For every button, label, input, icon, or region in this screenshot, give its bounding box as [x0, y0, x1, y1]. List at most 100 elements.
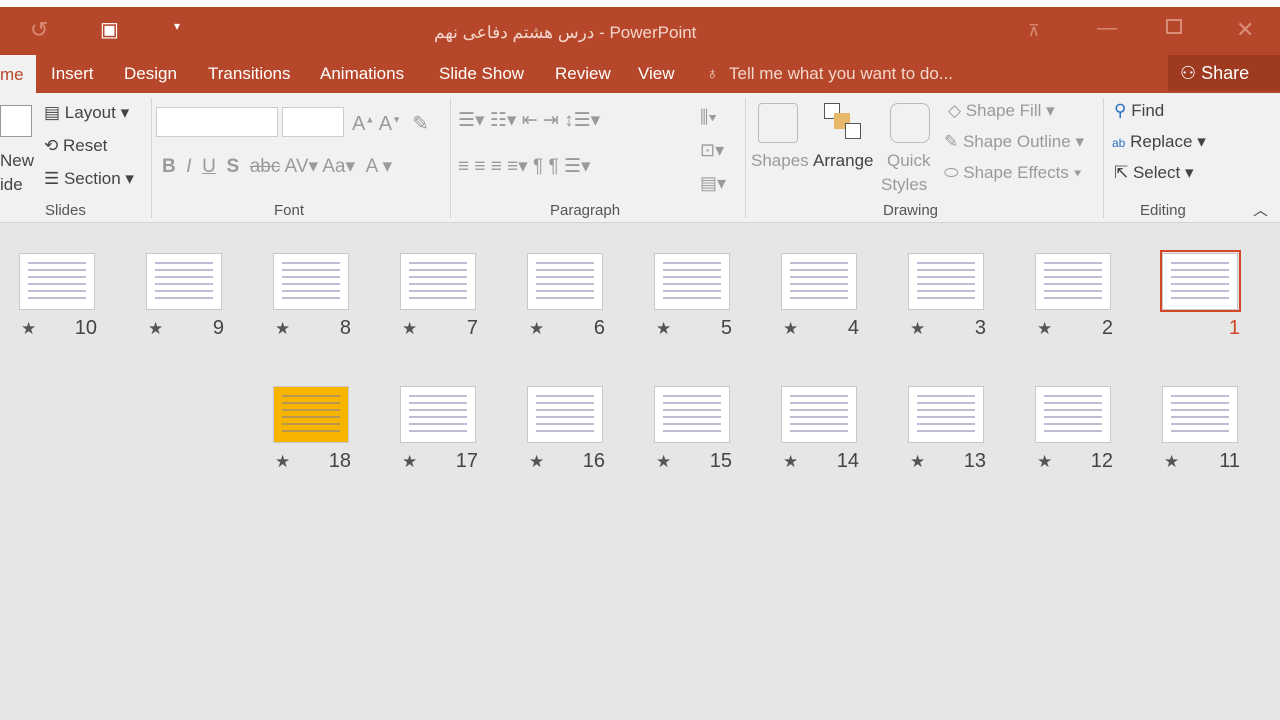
- find-button[interactable]: ⚲ Find: [1114, 101, 1164, 121]
- slide-number: 6: [593, 317, 605, 339]
- shapes-button[interactable]: Shapes: [751, 151, 809, 171]
- slide-thumbnail[interactable]: [908, 386, 984, 443]
- transition-star-icon[interactable]: ★: [1037, 319, 1052, 339]
- slide-thumbnail[interactable]: [400, 253, 476, 310]
- transition-star-icon[interactable]: ★: [275, 452, 290, 472]
- slide-thumbnail[interactable]: [527, 386, 603, 443]
- transition-star-icon[interactable]: ★: [275, 319, 290, 339]
- list-icons[interactable]: ☰▾ ☷▾ ⇤ ⇥ ↕☰▾: [458, 109, 600, 132]
- transition-star-icon[interactable]: ★: [402, 452, 417, 472]
- slide-number: 9: [212, 317, 224, 339]
- transition-star-icon[interactable]: ★: [529, 319, 544, 339]
- quick-styles-button[interactable]: Quick: [887, 151, 930, 171]
- font-name-input[interactable]: [156, 107, 278, 137]
- tab-animations[interactable]: Animations: [320, 64, 404, 84]
- tab-transitions[interactable]: Transitions: [208, 64, 291, 84]
- slide-thumbnail[interactable]: [1162, 386, 1238, 443]
- select-button[interactable]: ⇱ Select ▾: [1114, 163, 1193, 183]
- reset-button[interactable]: ⟲ Reset: [44, 136, 107, 156]
- shapes-icon[interactable]: [758, 103, 798, 143]
- slide-number: 10: [74, 317, 97, 339]
- slide-number: 16: [582, 450, 605, 472]
- transition-star-icon[interactable]: ★: [910, 452, 925, 472]
- slide-number: 8: [339, 317, 351, 339]
- top-edge: [0, 0, 1280, 7]
- transition-star-icon[interactable]: ★: [21, 319, 36, 339]
- arrange-button[interactable]: Arrange: [813, 151, 873, 171]
- slide-number: 17: [455, 450, 478, 472]
- quick-styles-label[interactable]: Styles: [881, 175, 927, 195]
- slide-thumbnail[interactable]: [654, 386, 730, 443]
- drawing-group-label: Drawing: [883, 202, 939, 219]
- slide-thumbnail[interactable]: [781, 386, 857, 443]
- slide-thumbnail[interactable]: [781, 253, 857, 310]
- transition-star-icon[interactable]: ★: [783, 319, 798, 339]
- transition-star-icon[interactable]: ★: [656, 452, 671, 472]
- grow-font-icon[interactable]: A▲ A▼ ✎: [352, 111, 429, 136]
- slide-thumbnail[interactable]: [654, 253, 730, 310]
- slide-thumbnail[interactable]: [273, 386, 349, 443]
- slide-number: 15: [709, 450, 732, 472]
- redo-icon[interactable]: ↺: [30, 17, 48, 43]
- transition-star-icon[interactable]: ★: [148, 319, 163, 339]
- slide-number: 1: [1228, 317, 1240, 339]
- font-group-label: Font: [274, 202, 305, 219]
- replace-button[interactable]: ab Replace ▾: [1112, 132, 1206, 152]
- slide-thumbnail[interactable]: [1035, 253, 1111, 310]
- shape-fill-button[interactable]: ◇ Shape Fill ▾: [948, 101, 1055, 121]
- collapse-ribbon-icon[interactable]: ︿: [1253, 199, 1268, 220]
- shape-outline-button[interactable]: ✎ Shape Outline ▾: [944, 132, 1084, 152]
- slide-number: 13: [963, 450, 986, 472]
- title-bar: ↺ ▣ ▾ درس هشتم دفاعی نهم - PowerPoint ⊼ …: [0, 7, 1280, 55]
- layout-button[interactable]: ▤ Layout ▾: [44, 103, 129, 123]
- slide-number: 18: [328, 450, 351, 472]
- slideshow-from-start-icon[interactable]: ▣: [100, 17, 119, 42]
- share-person-icon: ⚇: [1180, 63, 1202, 83]
- transition-star-icon[interactable]: ★: [656, 319, 671, 339]
- slide-number: 7: [466, 317, 478, 339]
- tab-home[interactable]: me: [0, 55, 36, 93]
- slide-thumbnail[interactable]: [400, 386, 476, 443]
- editing-group-label: Editing: [1140, 202, 1186, 219]
- ribbon-display-icon[interactable]: ⊼: [1028, 21, 1040, 41]
- transition-star-icon[interactable]: ★: [1164, 452, 1179, 472]
- slide-thumbnail[interactable]: [1035, 386, 1111, 443]
- slide-thumbnail[interactable]: [273, 253, 349, 310]
- slide-thumbnail[interactable]: [146, 253, 222, 310]
- customize-toolbar-icon[interactable]: ▾: [174, 19, 180, 33]
- tab-review[interactable]: Review: [555, 64, 611, 84]
- slide-thumbnail[interactable]: [19, 253, 95, 310]
- slide-number: 14: [836, 450, 859, 472]
- transition-star-icon[interactable]: ★: [529, 452, 544, 472]
- font-format-icons[interactable]: B I U S abc AV▾ Aa▾ A ▾: [162, 155, 392, 178]
- tab-slide-show[interactable]: Slide Show: [439, 64, 524, 84]
- quick-styles-icon: [890, 103, 930, 143]
- shape-effects-button[interactable]: ⬭ Shape Effects ▾: [944, 163, 1082, 183]
- ribbon-tabs: Insert Design Transitions Animations Sli…: [0, 55, 1280, 93]
- slide-thumbnail[interactable]: [527, 253, 603, 310]
- slides-group-label: Slides: [45, 202, 86, 219]
- font-size-input[interactable]: [282, 107, 344, 137]
- new-slide-icon[interactable]: [0, 105, 32, 137]
- section-button[interactable]: ☰ Section ▾: [44, 169, 134, 189]
- slide-number: 3: [974, 317, 986, 339]
- transition-star-icon[interactable]: ★: [402, 319, 417, 339]
- tab-design[interactable]: Design: [124, 64, 177, 84]
- text-direction-icons[interactable]: ⫼▾ ⊡▾ ▤▾: [700, 101, 726, 200]
- tell-me-input[interactable]: Tell me what you want to do...: [729, 64, 953, 84]
- tab-insert[interactable]: Insert: [51, 64, 94, 84]
- align-icons[interactable]: ≡ ≡ ≡ ≡▾ ¶ ¶ ☰▾: [458, 155, 591, 178]
- slide-thumbnail[interactable]: [908, 253, 984, 310]
- slide-number: 2: [1101, 317, 1113, 339]
- minimize-icon[interactable]: —: [1097, 17, 1117, 40]
- close-icon[interactable]: ✕: [1236, 17, 1254, 43]
- slide-number: 5: [720, 317, 732, 339]
- new-slide-label[interactable]: New: [0, 151, 34, 171]
- transition-star-icon[interactable]: ★: [783, 452, 798, 472]
- maximize-icon[interactable]: [1166, 19, 1182, 34]
- share-button[interactable]: ⚇ Share: [1168, 55, 1280, 91]
- new-slide-label-2[interactable]: ide: [0, 175, 23, 195]
- transition-star-icon[interactable]: ★: [1037, 452, 1052, 472]
- transition-star-icon[interactable]: ★: [910, 319, 925, 339]
- tab-view[interactable]: View: [638, 64, 675, 84]
